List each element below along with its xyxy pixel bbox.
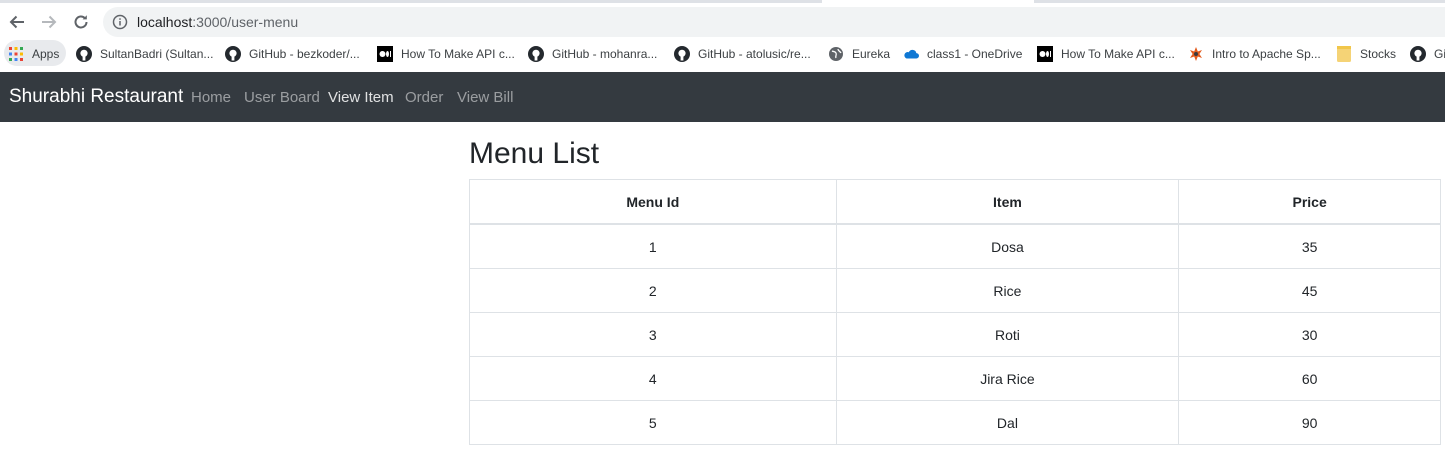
table-row: 2 Rice 45 (469, 268, 1441, 313)
cell-item: Roti (835, 312, 1180, 357)
bookmark-label: GitHub - atolusic/re... (698, 47, 811, 61)
forward-button[interactable] (38, 11, 60, 33)
bookmark-item[interactable]: SultanBadri (Sultan... (76, 44, 213, 64)
arrow-right-icon (42, 15, 57, 29)
medium-icon (1037, 46, 1053, 62)
column-header-item: Item (835, 179, 1180, 225)
table-header-row: Menu Id Item Price (469, 179, 1441, 225)
bookmarks-bar: Apps SultanBadri (Sultan... GitHub - bez… (0, 40, 1445, 68)
cell-item: Dosa (835, 223, 1180, 269)
page-title: Menu List (469, 137, 600, 170)
bookmark-item[interactable]: GitHub - mohanra... (528, 44, 657, 64)
column-header-price: Price (1178, 179, 1441, 225)
bookmark-apps[interactable]: Apps (8, 44, 59, 64)
cell-item: Jira Rice (835, 356, 1180, 401)
cell-price: 30 (1178, 312, 1441, 357)
cell-price: 60 (1178, 356, 1441, 401)
cell-item: Rice (835, 268, 1180, 313)
url-host: localhost (137, 14, 193, 30)
bookmark-label: GitHub - mohanra... (552, 47, 658, 61)
cell-menu-id: 1 (469, 223, 837, 269)
nav-link-view-bill[interactable]: View Bill (457, 89, 513, 106)
bookmark-label: Gi (1434, 47, 1445, 61)
bookmark-item[interactable]: Stocks (1336, 44, 1396, 64)
bookmark-label: class1 - OneDrive (927, 47, 1023, 61)
bookmark-item[interactable]: Eureka (828, 44, 890, 64)
bookmark-label: Apps (32, 47, 60, 61)
bookmark-item[interactable]: class1 - OneDrive (903, 44, 1022, 64)
url-text: localhost:3000/user-menu (137, 14, 298, 30)
navbar: Shurabhi Restaurant Home User Board View… (0, 72, 1445, 122)
bookmark-item[interactable]: How To Make API c... (377, 44, 515, 64)
cell-menu-id: 2 (469, 268, 837, 313)
github-icon (528, 46, 544, 62)
bookmark-label: How To Make API c... (1061, 47, 1175, 61)
browser-chrome: localhost:3000/user-menu Apps SultanBadr… (0, 0, 1445, 72)
tab-strip (0, 0, 1445, 3)
bookmark-item[interactable]: GitHub - bezkoder/... (225, 44, 360, 64)
nav-link-user-board[interactable]: User Board (244, 89, 320, 106)
nav-link-order[interactable]: Order (405, 89, 443, 106)
bookmark-item[interactable]: Intro to Apache Sp... (1188, 44, 1321, 64)
address-bar[interactable]: localhost:3000/user-menu (103, 7, 1445, 37)
spark-icon (1188, 46, 1204, 62)
address-row: localhost:3000/user-menu (0, 6, 1445, 38)
table-row: 1 Dosa 35 (469, 223, 1441, 269)
bookmark-label: GitHub - bezkoder/... (249, 47, 360, 61)
cell-price: 90 (1178, 400, 1441, 445)
apps-grid-icon (8, 46, 24, 62)
cell-price: 45 (1178, 268, 1441, 313)
arrow-left-icon (9, 15, 24, 29)
globe-icon (828, 46, 844, 62)
github-icon (674, 46, 690, 62)
table-row: 3 Roti 30 (469, 312, 1441, 357)
cell-menu-id: 3 (469, 312, 837, 357)
table-row: 5 Dal 90 (469, 400, 1441, 445)
onedrive-icon (903, 46, 919, 62)
nav-link-view-item[interactable]: View Item (328, 89, 394, 106)
cell-menu-id: 4 (469, 356, 837, 401)
bookmark-label: Intro to Apache Sp... (1212, 47, 1321, 61)
reload-button[interactable] (70, 11, 92, 33)
cell-price: 35 (1178, 223, 1441, 269)
info-icon[interactable] (112, 14, 128, 30)
github-icon (1410, 46, 1426, 62)
github-icon (225, 46, 241, 62)
nav-link-home[interactable]: Home (191, 89, 231, 106)
bookmark-item[interactable]: How To Make API c... (1037, 44, 1175, 64)
column-header-menu-id: Menu Id (469, 179, 837, 225)
brand-link[interactable]: Shurabhi Restaurant (9, 86, 183, 108)
bookmark-label: How To Make API c... (401, 47, 515, 61)
bookmark-label: SultanBadri (Sultan... (100, 47, 214, 61)
bookmark-item[interactable]: Gi (1410, 44, 1445, 64)
table-row: 4 Jira Rice 60 (469, 356, 1441, 401)
medium-icon (377, 46, 393, 62)
bookmark-item[interactable]: GitHub - atolusic/re... (674, 44, 811, 64)
back-button[interactable] (6, 11, 28, 33)
cell-item: Dal (835, 400, 1180, 445)
bookmark-label: Eureka (852, 47, 891, 61)
bookmark-label: Stocks (1360, 47, 1397, 61)
url-path: :3000/user-menu (192, 14, 299, 30)
menu-table: Menu Id Item Price 1 Dosa 35 2 Rice 45 3… (469, 179, 1441, 445)
cell-menu-id: 5 (469, 400, 837, 445)
folder-icon (1336, 46, 1352, 62)
github-icon (76, 46, 92, 62)
reload-icon (74, 15, 88, 29)
